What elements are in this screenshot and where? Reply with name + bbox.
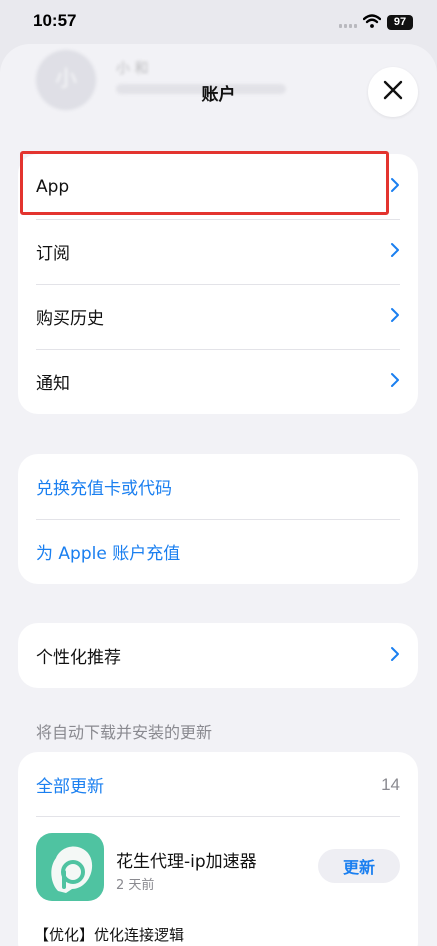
chevron-right-icon xyxy=(390,372,400,392)
redeem-gift-card-link[interactable]: 兑换充值卡或代码 xyxy=(18,454,418,519)
app-icon xyxy=(36,833,104,901)
updates-card: 全部更新 14 花生代理-ip加速器 2 天前 更新 xyxy=(18,752,418,946)
status-time: 10:57 xyxy=(33,11,77,30)
menu-item-personalized-recommendations[interactable]: 个性化推荐 xyxy=(18,623,418,688)
menu-item-label: 购买历史 xyxy=(36,309,104,329)
list-item[interactable]: 花生代理-ip加速器 2 天前 更新 xyxy=(18,817,418,917)
cellular-signal-icon xyxy=(339,18,357,28)
add-funds-link[interactable]: 为 Apple 账户充值 xyxy=(18,519,418,584)
app-update-time: 2 天前 xyxy=(116,878,155,893)
redeem-label: 兑换充值卡或代码 xyxy=(36,479,172,499)
chevron-right-icon xyxy=(390,646,400,666)
menu-item-label: 订阅 xyxy=(36,244,70,264)
battery-indicator: 97 xyxy=(387,15,413,30)
chevron-right-icon xyxy=(390,177,400,197)
update-button[interactable]: 更新 xyxy=(318,849,400,883)
account-sheet: 小 小 和 账户 App 订阅 购买历史 通知 兑换充值卡或代码 为 Apple… xyxy=(0,44,437,946)
add-funds-label: 为 Apple 账户充值 xyxy=(36,544,181,564)
menu-item-purchase-history[interactable]: 购买历史 xyxy=(18,284,418,349)
menu-item-subscriptions[interactable]: 订阅 xyxy=(18,219,418,284)
release-notes: 【优化】优化连接逻辑 xyxy=(34,926,185,944)
personalized-card: 个性化推荐 xyxy=(18,623,418,688)
highlight-box xyxy=(20,151,389,215)
wifi-icon xyxy=(362,13,382,32)
status-bar: 10:57 97 xyxy=(0,0,437,44)
chevron-right-icon xyxy=(390,307,400,327)
status-indicators: 97 xyxy=(339,13,413,32)
update-count: 14 xyxy=(381,774,400,794)
menu-item-notifications[interactable]: 通知 xyxy=(18,349,418,414)
updates-section-header: 将自动下载并安装的更新 xyxy=(36,723,213,742)
app-name: 花生代理-ip加速器 xyxy=(116,852,257,872)
update-all-button[interactable]: 全部更新 xyxy=(36,772,104,797)
profile-name: 小 和 xyxy=(116,61,149,77)
redeem-card: 兑换充值卡或代码 为 Apple 账户充值 xyxy=(18,454,418,584)
menu-item-label: 通知 xyxy=(36,374,70,394)
chevron-right-icon xyxy=(390,242,400,262)
close-button[interactable] xyxy=(368,67,418,117)
menu-item-label: 个性化推荐 xyxy=(36,648,121,668)
updates-header-row: 全部更新 14 xyxy=(18,752,418,817)
close-icon xyxy=(383,80,403,104)
